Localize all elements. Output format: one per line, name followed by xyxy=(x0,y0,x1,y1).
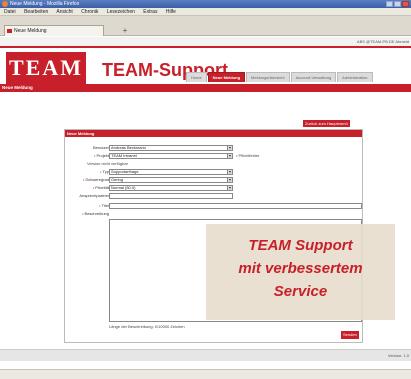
window-titlebar: Neue Meldung - Mozilla Firefox xyxy=(0,0,411,8)
window-title: Neue Meldung - Mozilla Firefox xyxy=(10,1,80,7)
pflichtfelder-note: • Pflichtfelder xyxy=(236,153,259,159)
menu-lesezeichen[interactable]: Lesezeichen xyxy=(107,9,135,15)
chevron-down-icon xyxy=(227,154,232,158)
schweregrad-select[interactable]: Gering xyxy=(109,177,233,183)
nav-account-verwaltung[interactable]: Account-Verwaltung xyxy=(290,72,337,82)
menu-datei[interactable]: Datei xyxy=(4,9,16,15)
prioritaet-label: •Priorität xyxy=(93,185,109,191)
close-button[interactable] xyxy=(402,1,409,7)
chevron-down-icon xyxy=(227,170,232,174)
page-info-bar: ABS @TEAM-PB.DE Abmeld xyxy=(0,37,411,46)
menu-bar: Datei Bearbeiten Ansicht Chronik Lesezei… xyxy=(0,8,411,16)
browser-tab-bar: Neue Meldung + xyxy=(0,16,411,36)
nav-neue-meldung[interactable]: Neue Meldung xyxy=(207,72,246,82)
schweregrad-label: •Schweregrad xyxy=(83,177,109,183)
required-marker: • xyxy=(236,153,238,158)
projekt-label-text: Projekt xyxy=(96,153,109,158)
chevron-down-icon xyxy=(227,186,232,190)
typ-label: •Typ xyxy=(100,169,109,175)
required-marker: • xyxy=(99,203,101,208)
titel-field[interactable] xyxy=(109,203,362,209)
projekt-select[interactable]: TEAM Intranet xyxy=(109,153,233,159)
minimize-button[interactable] xyxy=(386,1,393,7)
version-note: Version nicht verfügbar xyxy=(87,161,128,166)
menu-chronik[interactable]: Chronik xyxy=(81,9,98,15)
send-button[interactable]: Senden xyxy=(341,331,359,339)
user-info[interactable]: ABS @TEAM-PB.DE Abmeld xyxy=(357,37,409,46)
page-title-bar: Neue Meldung xyxy=(0,84,411,92)
firefox-icon xyxy=(2,1,8,7)
required-marker: • xyxy=(94,153,96,158)
menu-extras[interactable]: Extras xyxy=(143,9,157,15)
typ-value: Supportanfrage xyxy=(111,169,139,174)
version-label: Version: 1.0 xyxy=(387,353,409,358)
titel-label: •Titel xyxy=(99,203,109,209)
browser-tab-label: Neue Meldung xyxy=(14,28,47,34)
projekt-value: TEAM Intranet xyxy=(111,153,137,158)
titel-label-text: Titel xyxy=(101,203,109,208)
required-marker: • xyxy=(82,211,84,216)
team-logo: TEAM xyxy=(6,52,86,84)
typ-select[interactable]: Supportanfrage xyxy=(109,169,233,175)
team-favicon-icon xyxy=(7,29,12,33)
nav-home[interactable]: Home xyxy=(186,72,207,82)
browser-status-bar xyxy=(0,369,411,379)
window-controls xyxy=(386,1,409,7)
nav-administration[interactable]: Administration xyxy=(337,72,373,82)
ansprechpartner-field[interactable] xyxy=(109,193,233,199)
new-tab-button[interactable]: + xyxy=(110,25,140,36)
chevron-down-icon xyxy=(227,146,232,150)
prioritaet-select[interactable]: Normal (50.0) xyxy=(109,185,233,191)
schweregrad-label-text: Schweregrad xyxy=(85,177,109,182)
chevron-down-icon xyxy=(227,178,232,182)
browser-tab-neue-meldung[interactable]: Neue Meldung xyxy=(4,25,104,36)
beschreibung-label-text: Beschreibung xyxy=(84,211,109,216)
maximize-button[interactable] xyxy=(394,1,401,7)
required-marker: • xyxy=(92,185,95,190)
prioritaet-value: Normal (50.0) xyxy=(111,185,136,190)
benutzer-label: Benutzer xyxy=(92,145,109,150)
promo-line-2: mit verbessertem xyxy=(238,260,363,277)
menu-ansicht[interactable]: Ansicht xyxy=(56,9,72,15)
description-length: Länge der Beschreibung: 0/10000 Zeichen xyxy=(109,324,185,329)
page-footer: Version: 1.0 xyxy=(0,349,411,361)
nav-meldungsuebersicht[interactable]: Meldungsübersicht xyxy=(246,72,290,82)
promo-overlay: TEAM Support mit verbessertem Service xyxy=(206,224,395,320)
header-divider xyxy=(0,46,411,48)
pflichtfelder-text: Pflichtfelder xyxy=(238,153,260,158)
beschreibung-label: •Beschreibung xyxy=(82,211,109,217)
ansprechpartner-label: Ansprechpartner xyxy=(79,193,109,198)
form-header: Neue Meldung xyxy=(65,130,362,137)
back-to-main-menu-button[interactable]: Zurück zum Hauptmenü xyxy=(303,120,350,127)
promo-line-3: Service xyxy=(273,283,328,300)
benutzer-select[interactable]: Andreas Beckmann xyxy=(109,145,233,151)
prioritaet-label-text: Priorität xyxy=(95,185,109,190)
required-marker: • xyxy=(100,169,102,174)
main-navigation: Home Neue Meldung Meldungsübersicht Acco… xyxy=(186,72,374,82)
schweregrad-value: Gering xyxy=(111,177,124,182)
menu-hilfe[interactable]: Hilfe xyxy=(166,9,176,15)
menu-bearbeiten[interactable]: Bearbeiten xyxy=(24,9,48,15)
promo-line-1: TEAM Support xyxy=(248,237,353,254)
benutzer-value: Andreas Beckmann xyxy=(111,145,146,150)
projekt-label: •Projekt xyxy=(94,153,109,159)
